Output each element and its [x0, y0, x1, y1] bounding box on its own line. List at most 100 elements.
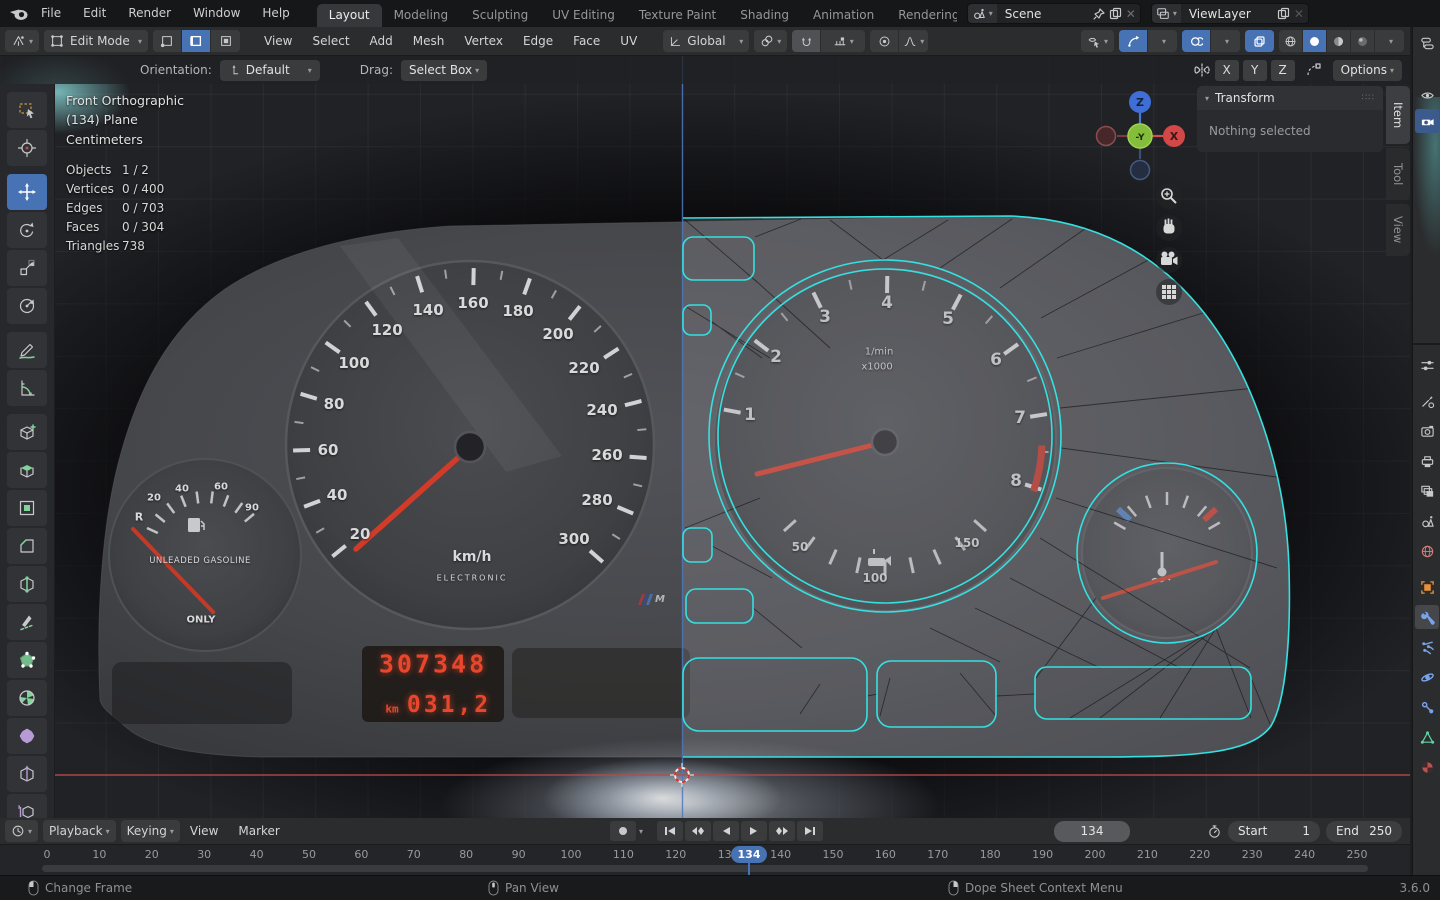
transform-orientation-dropdown[interactable]: Global ▾ [663, 30, 750, 52]
properties-tab-material[interactable] [1415, 755, 1439, 779]
shading-settings-dropdown[interactable]: ▾ [1375, 30, 1404, 52]
timeline-editor-type-button[interactable]: ▾ [5, 820, 39, 842]
properties-tab-view-layer[interactable] [1415, 479, 1439, 503]
workspace-tab-animation[interactable]: Animation [801, 4, 886, 27]
unlink-scene-icon[interactable]: ✕ [1126, 7, 1136, 21]
current-frame-field[interactable]: 134 [1054, 820, 1130, 842]
menu-select[interactable]: Select [303, 34, 360, 48]
start-frame-field[interactable]: Start 1 [1228, 820, 1320, 842]
outliner-selected-camera[interactable] [1415, 109, 1439, 133]
viewlayer-browse-button[interactable]: ▾ [1151, 4, 1181, 23]
next-keyframe-button[interactable] [769, 821, 796, 841]
tool-knife[interactable] [7, 604, 47, 640]
workspace-tab-uv-editing[interactable]: UV Editing [540, 4, 627, 27]
menu-help[interactable]: Help [251, 0, 300, 27]
timeline-ruler[interactable]: 0 10 20 30 40 50 60 70 80 90 100 110 120 130 140 150 160… [0, 845, 1410, 875]
play-button[interactable] [741, 821, 768, 841]
sidebar-tab-tool[interactable]: Tool [1386, 148, 1410, 200]
workspace-tab-layout[interactable]: Layout [316, 4, 382, 27]
new-copy-icon[interactable] [1109, 7, 1122, 20]
workspace-tab-sculpting[interactable]: Sculpting [460, 4, 540, 27]
properties-tab-data[interactable] [1415, 725, 1439, 749]
tool-shrink-fatten[interactable] [7, 794, 47, 818]
mirror-icon[interactable] [1193, 62, 1211, 78]
timeline-view-menu[interactable]: View [180, 824, 228, 838]
tool-scale[interactable] [7, 250, 47, 286]
menu-face[interactable]: Face [563, 34, 610, 48]
menu-render[interactable]: Render [117, 0, 182, 27]
pin-icon[interactable] [1093, 7, 1105, 20]
tool-rotate[interactable] [7, 212, 47, 248]
remove-viewlayer-icon[interactable]: ✕ [1294, 7, 1304, 21]
proportional-falloff-dropdown[interactable]: ▾ [899, 30, 929, 52]
tool-add-cube[interactable] [7, 414, 47, 450]
sidebar-tab-item[interactable]: Item [1386, 86, 1410, 144]
jump-to-end-button[interactable] [797, 821, 824, 841]
jump-to-start-button[interactable] [657, 821, 684, 841]
tool-orientation-dropdown[interactable]: Default ▾ [219, 59, 320, 81]
proportional-projected-icon[interactable] [1305, 62, 1323, 78]
shading-rendered-button[interactable] [1351, 30, 1375, 52]
gizmo-settings-dropdown[interactable]: ▾ [1148, 30, 1177, 52]
copy-icon[interactable] [1277, 7, 1290, 20]
workspace-tab-rendering[interactable]: Rendering [886, 4, 957, 27]
workspace-tab-texture-paint[interactable]: Texture Paint [627, 4, 728, 27]
snap-toggle-button[interactable] [792, 30, 822, 52]
tool-smooth[interactable] [7, 718, 47, 754]
snap-settings-dropdown[interactable]: ▾ [821, 30, 866, 52]
menu-mesh[interactable]: Mesh [403, 34, 455, 48]
timeline-scrollbar[interactable] [42, 865, 1368, 872]
menu-add[interactable]: Add [360, 34, 403, 48]
pivot-point-dropdown[interactable]: ▾ [754, 30, 788, 52]
properties-tab-physics[interactable] [1415, 665, 1439, 689]
properties-tab-constraints[interactable] [1415, 695, 1439, 719]
properties-tab-tool[interactable] [1415, 389, 1439, 413]
show-object-types-dropdown[interactable]: ▾ [1080, 30, 1114, 52]
keying-extra-dropdown[interactable]: ▾ [639, 827, 643, 836]
properties-tab-object[interactable] [1415, 575, 1439, 599]
vertex-select-mode-button[interactable] [153, 30, 183, 52]
tool-spin[interactable] [7, 680, 47, 716]
mode-dropdown[interactable]: Edit Mode ▾ [44, 30, 149, 52]
outliner-eye-toggle[interactable] [1415, 83, 1439, 107]
scene-name[interactable]: Scene [997, 7, 1089, 21]
camera-view-button[interactable] [1156, 247, 1182, 273]
overlays-settings-dropdown[interactable]: ▾ [1211, 30, 1240, 52]
mirror-x-toggle[interactable]: X [1214, 59, 1239, 81]
workspace-tab-shading[interactable]: Shading [728, 4, 801, 27]
shading-solid-button[interactable] [1303, 30, 1327, 52]
xray-toggle[interactable] [1245, 30, 1274, 52]
properties-tab-output[interactable] [1415, 449, 1439, 473]
menu-window[interactable]: Window [182, 0, 251, 27]
outliner-editor-button[interactable] [1415, 31, 1439, 55]
properties-tab-particles[interactable] [1415, 635, 1439, 659]
tool-poly-build[interactable] [7, 642, 47, 678]
proportional-editing-toggle[interactable] [870, 30, 900, 52]
menu-edit[interactable]: Edit [72, 0, 117, 27]
mirror-z-toggle[interactable]: Z [1270, 59, 1295, 81]
gizmo-negx-axis[interactable] [1095, 125, 1117, 147]
tool-loop-cut[interactable] [7, 566, 47, 602]
tool-bevel[interactable] [7, 528, 47, 564]
menu-vertex[interactable]: Vertex [454, 34, 513, 48]
menu-edge[interactable]: Edge [513, 34, 563, 48]
tool-select-box[interactable] [7, 92, 47, 128]
scene-browse-button[interactable]: ▾ [967, 4, 997, 23]
properties-tab-modifiers[interactable] [1415, 605, 1439, 629]
tool-move[interactable] [7, 174, 47, 210]
pan-hand-button[interactable] [1156, 215, 1182, 241]
shading-wireframe-button[interactable] [1279, 30, 1303, 52]
prev-keyframe-button[interactable] [685, 821, 712, 841]
show-overlays-toggle[interactable] [1182, 30, 1211, 52]
end-frame-field[interactable]: End 250 [1326, 820, 1402, 842]
tool-extrude-region[interactable] [7, 452, 47, 488]
viewlayer-name[interactable]: ViewLayer [1181, 7, 1273, 21]
stopwatch-icon[interactable] [1207, 824, 1222, 839]
tool-edge-slide[interactable] [7, 756, 47, 792]
menu-file[interactable]: File [30, 0, 72, 27]
playhead-line[interactable] [748, 861, 750, 875]
menu-view[interactable]: View [254, 34, 302, 48]
tool-inset-faces[interactable] [7, 490, 47, 526]
properties-tab-scene[interactable] [1415, 509, 1439, 533]
playback-menu[interactable]: Playback ▾ [43, 820, 116, 842]
